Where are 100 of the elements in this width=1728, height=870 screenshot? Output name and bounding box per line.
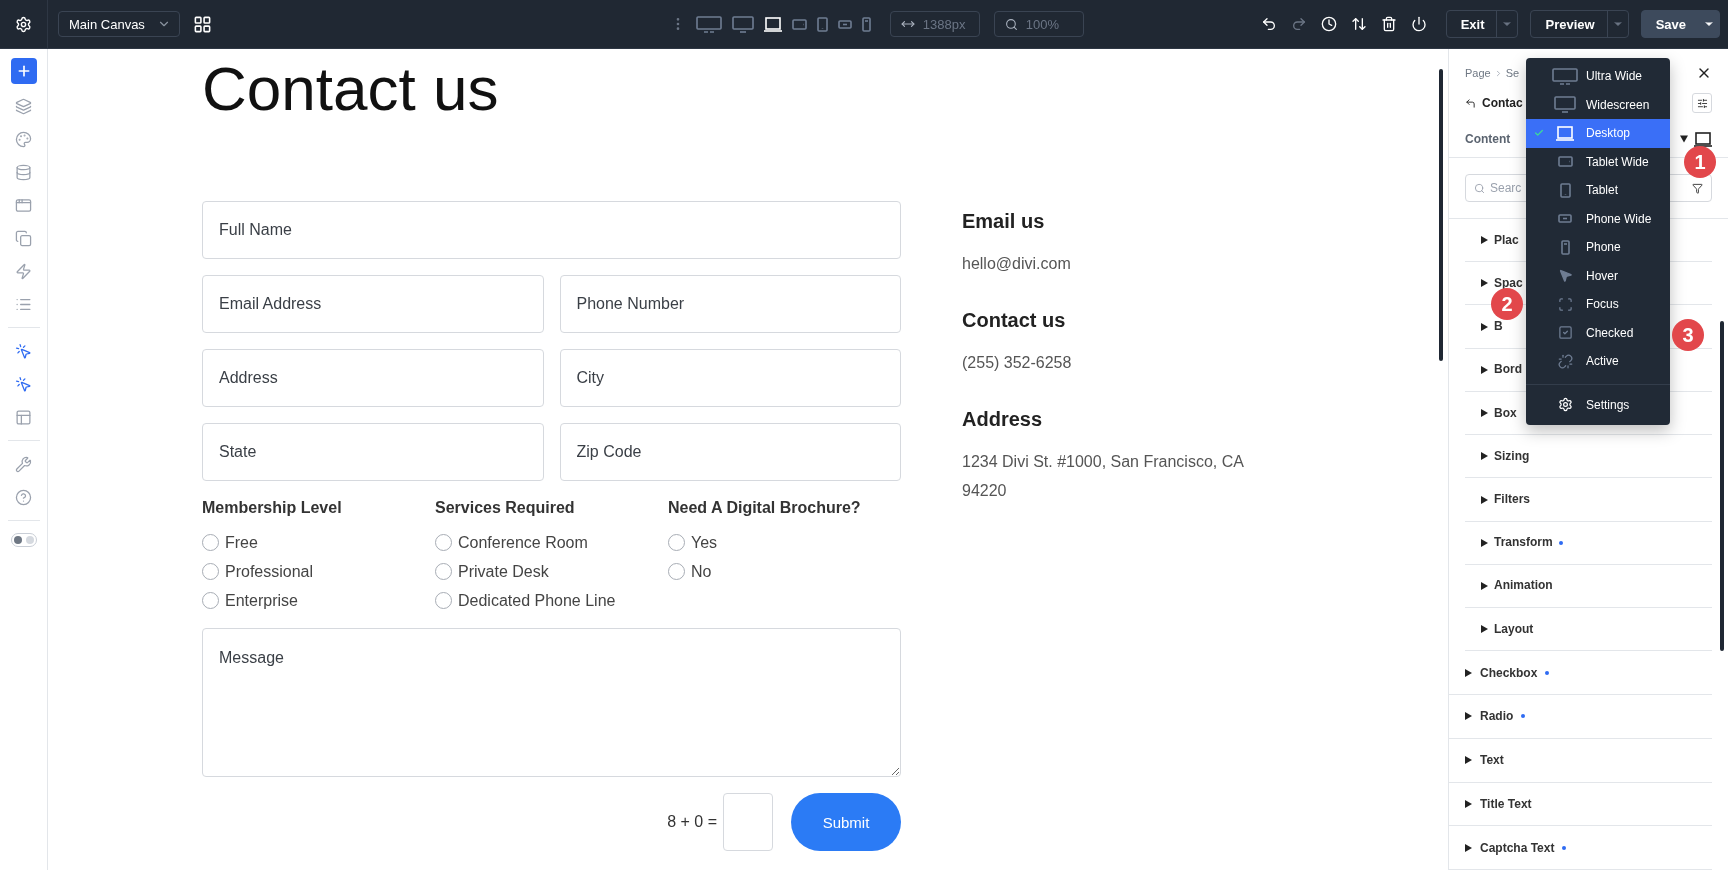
focus-icon [1557,296,1573,312]
radio-button[interactable] [202,534,219,551]
menu-item[interactable]: Phone Wide [1526,204,1670,233]
accordion-item[interactable]: Radio [1449,695,1712,739]
section-label: Title Text [1480,796,1532,811]
accordion-item[interactable]: Text [1449,738,1712,783]
message-field[interactable]: Message [202,628,901,777]
radio-button[interactable] [668,563,685,580]
content-tab[interactable]: Content [1465,132,1511,146]
module-title: Contac [1465,96,1523,110]
scrollbar[interactable] [1439,69,1443,361]
breadcrumb-link[interactable]: Se [1505,67,1520,79]
input-field[interactable]: Address [202,349,544,407]
phone-landscape-icon [837,19,852,29]
menu-item[interactable]: Tablet Wide [1526,147,1670,176]
menu-item[interactable]: Hover [1526,261,1670,290]
input-field[interactable]: Phone Number [559,275,901,333]
undo-icon[interactable] [1260,16,1277,32]
menu-item[interactable]: Settings [1526,390,1670,419]
radio-button[interactable] [202,563,219,580]
menu-item[interactable]: Phone [1526,233,1670,262]
split-button[interactable]: Exit [1445,10,1519,38]
accordion-item[interactable]: Checkbox [1449,651,1712,696]
filter-icon[interactable] [1692,182,1703,194]
accordion-item[interactable]: Title Text [1449,782,1712,827]
breadcrumb-link[interactable]: Page [1465,67,1491,79]
accordion-item[interactable]: Layout [1465,608,1712,652]
menu-item[interactable]: Checked [1526,318,1670,347]
caret-icon [1465,668,1472,677]
input-field[interactable]: City [559,349,901,407]
history-icon[interactable] [1320,16,1337,32]
section-label: Sizing [1494,450,1530,462]
canvas-select[interactable]: Main Canvas [58,11,180,37]
check-icon [1534,128,1544,139]
menu-item[interactable]: Widescreen [1526,90,1670,119]
menu-item[interactable]: Active [1526,347,1670,376]
section-label: Plac [1494,234,1519,246]
caret-icon [1465,799,1472,808]
info-title: Address [962,406,1044,432]
sort-icon[interactable] [1350,16,1367,32]
input-field[interactable]: State [202,423,544,481]
caret-icon [1481,538,1488,547]
radio-button[interactable] [202,592,219,609]
section-label: Animation [1494,580,1553,592]
settings-icon[interactable] [15,15,32,33]
accordion-item[interactable]: Sizing [1465,435,1712,479]
menu-item[interactable]: Tablet [1526,176,1670,205]
caret-icon [1481,322,1488,331]
captcha-field[interactable] [723,793,773,851]
add-button[interactable] [10,58,37,84]
phone-icon [1560,239,1570,255]
section-label: Checkbox [1480,665,1538,680]
split-button[interactable]: Preview [1530,10,1629,38]
section-label: Spac [1494,277,1523,289]
section-label: Filters [1494,494,1530,505]
step-badge: 3 [1672,319,1704,351]
step-badge: 1 [1684,146,1716,178]
options-button[interactable] [1692,93,1712,113]
input-field[interactable]: Full Name [202,201,901,259]
menu-item[interactable]: Desktop [1526,119,1670,148]
caret-icon [1465,712,1472,721]
menu-item[interactable]: Focus [1526,290,1670,319]
zoom-icon [1004,17,1018,31]
tablet-icon [816,16,828,32]
radio-label: Professional [225,562,314,581]
split-button[interactable]: Save [1640,10,1720,38]
accordion-item[interactable]: Animation [1465,564,1712,609]
radio-button[interactable] [435,563,452,580]
radio-label: Free [225,533,258,552]
phone-icon [861,16,871,32]
section-label: Radio [1480,709,1514,724]
ultrawide-monitor-icon [695,15,722,33]
trash-icon[interactable] [1380,16,1397,32]
info-text: 1234 Divi St. #1000, San Francisco, CA 94220 [962,452,1245,501]
monitor-icon [731,15,754,33]
radio-button[interactable] [435,534,452,551]
scrollbar[interactable] [1720,321,1724,651]
menu-item[interactable]: Ultra Wide [1526,62,1670,91]
info-text: hello@divi.com [962,254,1072,274]
accordion-item[interactable]: Transform [1465,521,1712,565]
caret-icon [1481,409,1488,418]
sliders-icon [1696,97,1708,109]
radio-label: No [691,562,712,581]
caret-icon [1481,452,1488,461]
accordion-item[interactable]: Captcha Text [1449,826,1712,870]
section-label: Bord [1494,364,1522,376]
input-field[interactable]: Email Address [202,275,544,333]
grid-icon[interactable] [193,14,212,34]
input-field[interactable]: Zip Code [559,423,901,481]
submit-button[interactable]: Submit [791,793,901,851]
accordion-item[interactable]: Filters [1465,478,1712,522]
power-icon[interactable] [1410,16,1427,32]
back-icon[interactable] [1465,97,1476,109]
radio-button[interactable] [435,592,452,609]
radio-label: Conference Room [458,533,588,552]
radio-label: Enterprise [225,591,298,610]
settings-icon [1557,397,1573,413]
tablet-icon [1559,182,1571,198]
section-label: Layout [1494,623,1534,635]
radio-button[interactable] [668,534,685,551]
